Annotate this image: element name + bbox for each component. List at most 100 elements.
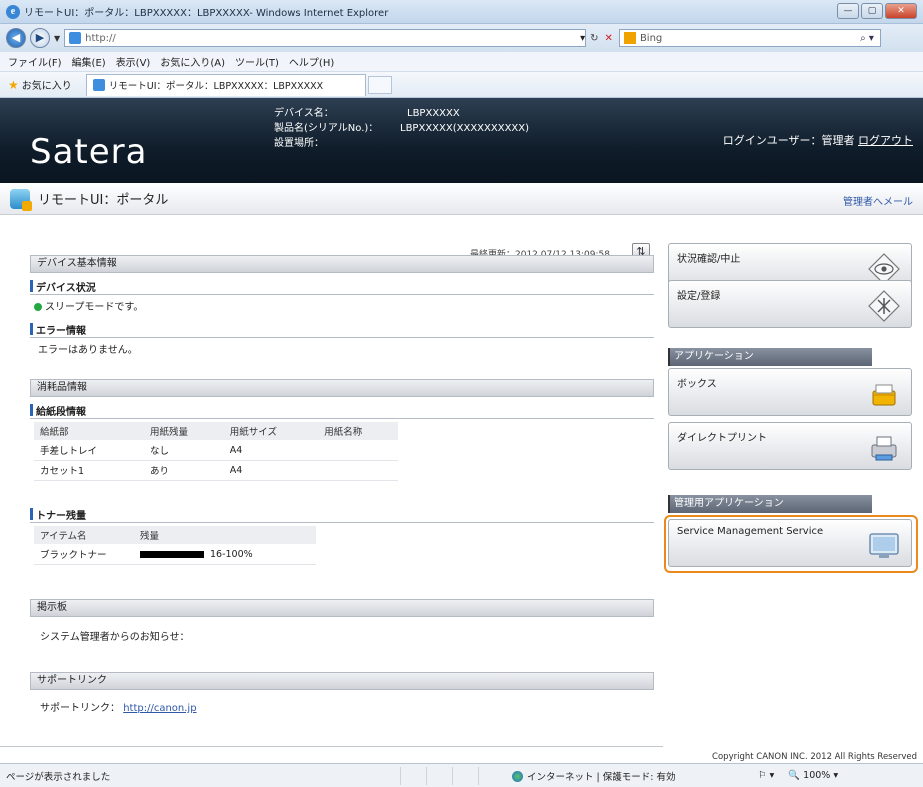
support-label: サポートリンク： <box>40 703 120 714</box>
cell <box>318 440 398 461</box>
main-panel: 最終更新：2012 07/12 13:09:58 ⇅ デバイス基本情報 デバイス… <box>0 215 663 753</box>
toner-table: アイテム名 残量 ブラックトナー 16-100% <box>34 526 316 565</box>
toner-level-bar <box>140 550 204 558</box>
support-line: サポートリンク： http://canon.jp <box>40 699 197 714</box>
admin-applications-header: 管理用アプリケーション <box>668 495 872 513</box>
forward-button[interactable]: ▶ <box>30 28 50 48</box>
tab-favicon-icon <box>92 79 105 91</box>
site-favicon-icon <box>69 32 82 44</box>
col-paper-level: 用紙残量 <box>144 422 224 441</box>
back-button[interactable]: ◀ <box>6 28 26 48</box>
notice-text: システム管理者からのお知らせ： <box>40 632 190 643</box>
consumables-header: 消耗品情報 <box>30 379 654 397</box>
security-zone[interactable]: インターネット | 保護モード: 有効 <box>512 769 742 783</box>
highlight-frame <box>664 515 918 573</box>
menu-view[interactable]: 表示(V) <box>116 54 151 69</box>
device-labels: デバイス名： 製品名(シリアルNo.)： 設置場所： <box>274 106 378 151</box>
device-name-value: LBPXXXXX <box>407 108 460 119</box>
table-row: カセット1 あり A4 <box>34 460 398 481</box>
toner-header: トナー残量 <box>30 507 654 523</box>
col-item-name: アイテム名 <box>34 526 134 545</box>
globe-icon <box>512 770 523 782</box>
direct-print-label: ダイレクトプリント <box>677 433 767 444</box>
minimize-button[interactable]: — <box>837 3 859 19</box>
device-name-label: デバイス名： <box>274 108 334 119</box>
settings-button[interactable]: 設定/登録 <box>668 280 912 328</box>
status-segment <box>400 766 426 785</box>
cell: あり <box>144 460 224 481</box>
toner-level-text: 16-100% <box>210 548 253 560</box>
error-text: エラーはありません。 <box>38 345 138 356</box>
device-status-header: デバイス状況 <box>30 279 654 295</box>
notice-board-header: 掲示板 <box>30 599 654 617</box>
window-titlebar: e リモートUI：ポータル：LBPXXXXX：LBPXXXXX- Windows… <box>0 0 923 24</box>
status-monitor-label: 状況確認/中止 <box>677 254 741 265</box>
printer-icon <box>871 436 897 461</box>
bing-icon <box>623 32 636 44</box>
cell: A4 <box>223 460 319 481</box>
favorites-button[interactable]: お気に入り <box>22 77 72 92</box>
status-segment <box>478 766 504 785</box>
box-button[interactable]: ボックス <box>668 368 912 416</box>
ie-logo-icon: e <box>6 4 20 19</box>
product-label: 製品名(シリアルNo.)： <box>274 123 379 134</box>
support-link[interactable]: http://canon.jp <box>123 703 196 714</box>
menu-edit[interactable]: 編集(E) <box>72 54 106 69</box>
url-text: http:// <box>85 32 116 44</box>
status-ok-icon <box>34 303 42 311</box>
favorites-star-icon[interactable]: ★ <box>8 78 19 92</box>
settings-label: 設定/登録 <box>677 291 721 302</box>
address-bar: ◀ ▶ ▼ http:// ▾ ↻ ✕ Bing ⌕ ▾ <box>0 24 923 52</box>
direct-print-button[interactable]: ダイレクトプリント <box>668 422 912 470</box>
table-row: 手差しトレイ なし A4 <box>34 440 398 461</box>
tab-title: リモートUI：ポータル：LBPXXXXX：LBPXXXXX <box>108 81 324 92</box>
new-tab-button[interactable] <box>367 75 392 94</box>
paper-info-header: 給紙段情報 <box>30 403 654 419</box>
cell: カセット1 <box>34 460 145 481</box>
protected-mode-icon[interactable]: ⚐ ▾ <box>758 770 774 781</box>
maximize-button[interactable]: ▢ <box>861 3 883 19</box>
satera-logo: Satera <box>30 132 148 172</box>
cell <box>318 460 398 481</box>
logout-link[interactable]: ログアウト <box>858 134 913 147</box>
location-label: 設置場所： <box>274 138 324 149</box>
box-label: ボックス <box>677 379 717 390</box>
stop-icon[interactable]: ✕ <box>605 33 613 44</box>
menu-file[interactable]: ファイル(F) <box>8 54 62 69</box>
close-button[interactable]: ✕ <box>885 3 917 19</box>
window-controls: — ▢ ✕ <box>837 3 917 19</box>
zoom-level: 100% <box>803 770 831 781</box>
status-segment <box>452 766 478 785</box>
search-input[interactable]: Bing ⌕ ▾ <box>618 29 881 47</box>
support-links-header: サポートリンク <box>30 672 654 690</box>
table-row: ブラックトナー 16-100% <box>34 544 316 565</box>
product-value-wrap: LBPXXXXX(XXXXXXXXXX) <box>400 121 529 136</box>
history-dropdown-icon[interactable]: ▼ <box>54 34 60 43</box>
col-remaining: 残量 <box>134 526 316 545</box>
menu-tools[interactable]: ツール(T) <box>235 54 279 69</box>
cell: A4 <box>223 440 319 461</box>
device-values: LBPXXXXX <box>407 106 460 121</box>
url-dropdown-icon[interactable]: ▾ <box>580 33 585 44</box>
portal-subbar: リモートUI：ポータル 管理者へメール <box>0 183 923 215</box>
search-placeholder: Bing <box>639 32 663 44</box>
device-basic-header: デバイス基本情報 <box>30 255 654 273</box>
device-status: スリープモードです。 <box>34 298 143 313</box>
menu-bar: ファイル(F) 編集(E) 表示(V) お気に入り(A) ツール(T) ヘルプ(… <box>0 52 923 72</box>
table-header-row: アイテム名 残量 <box>34 526 316 545</box>
zone-text: インターネット | 保護モード: 有効 <box>527 771 676 783</box>
refresh-icon[interactable]: ↻ <box>590 33 598 44</box>
zoom-control[interactable]: 🔍 100% ▾ <box>788 770 838 781</box>
browser-tab[interactable]: リモートUI：ポータル：LBPXXXXX：LBPXXXXX <box>85 73 366 96</box>
admin-mail-link[interactable]: 管理者へメール <box>843 193 913 208</box>
table-header-row: 給紙部 用紙残量 用紙サイズ 用紙名称 <box>34 422 398 441</box>
status-segment <box>426 766 452 785</box>
settings-icon <box>868 290 900 322</box>
window-title: リモートUI：ポータル：LBPXXXXX：LBPXXXXX- Windows I… <box>24 8 389 19</box>
url-field[interactable]: http:// ▾ <box>64 29 587 47</box>
col-paper-name: 用紙名称 <box>318 422 398 441</box>
device-status-text: スリープモードです。 <box>45 302 144 313</box>
search-icon[interactable]: ⌕ ▾ <box>860 33 874 44</box>
menu-help[interactable]: ヘルプ(H) <box>289 54 334 69</box>
menu-favorites[interactable]: お気に入り(A) <box>160 54 225 69</box>
